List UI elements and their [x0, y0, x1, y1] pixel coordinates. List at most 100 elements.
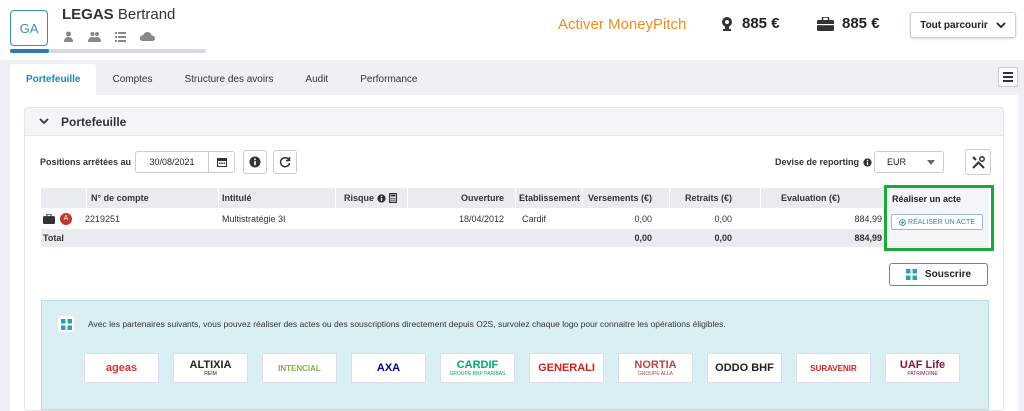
portfolio-amount-value: 885 € — [842, 15, 880, 32]
person-icon[interactable] — [62, 31, 75, 42]
partner-logo-name: SURAVENIR — [810, 363, 857, 373]
tools-button[interactable] — [965, 149, 991, 175]
portefeuille-card-header[interactable]: Portefeuille — [25, 108, 1003, 136]
tout-parcourir-dropdown[interactable]: Tout parcourir — [910, 12, 1016, 38]
portfolio-amount: 885 € — [817, 15, 880, 32]
positions-date-field[interactable]: 30/08/2021 — [135, 151, 235, 173]
partner-logos: ageas ALTIXIA REIM INTENCIAL AXA CARDIF GROUPE… — [84, 353, 960, 383]
top-header: GA LEGAS Bertrand Activer MoneyPitch 885… — [0, 0, 1024, 60]
partner-logo-name: INTENCIAL — [278, 363, 321, 373]
activate-moneypitch-link[interactable]: Activer MoneyPitch — [558, 16, 686, 33]
partner-logo-name: NORTIA — [634, 359, 677, 371]
positions-label: Positions arrêtées au — [40, 157, 132, 167]
cell-retraits: 0,00 — [714, 213, 732, 224]
wrench-screwdriver-icon — [971, 155, 985, 169]
client-icon-bar — [62, 31, 155, 42]
tab-comptes[interactable]: Comptes — [96, 64, 168, 95]
cell-intitule: Multistratégie 3I — [222, 213, 286, 224]
devise-value: EUR — [887, 157, 907, 167]
partner-logo-name: GENERALI — [538, 362, 595, 374]
info-button[interactable] — [243, 150, 267, 174]
total-versements: 0,00 — [634, 233, 652, 243]
souscrire-label: Souscrire — [924, 269, 972, 280]
cell-etablissement: Cardif — [522, 213, 547, 224]
row-icons: A — [43, 208, 72, 229]
divider — [515, 188, 516, 208]
assets-amount: 885 € — [720, 15, 780, 32]
partner-logo-name: UAF Life — [899, 359, 946, 371]
devise-label: Devise de reporting — [775, 157, 872, 167]
calculator-icon[interactable] — [389, 193, 397, 203]
partner-logo-uaf-life[interactable]: UAF Life PATRIMOINE — [885, 353, 960, 383]
col-header-intitule: Intitulé — [222, 193, 252, 203]
client-first-name: Bertrand — [117, 6, 176, 23]
client-last-name: LEGAS — [62, 6, 114, 23]
partner-logo-subtitle: PATRIMOINE — [907, 371, 938, 377]
partner-logo-name: ageas — [105, 362, 138, 374]
partner-logo-nortia[interactable]: NORTIA GROUPE ALLA — [618, 353, 693, 383]
cloud-icon[interactable] — [140, 31, 155, 42]
grid-plus-icon — [58, 316, 74, 332]
total-retraits: 0,00 — [714, 233, 732, 243]
client-name: LEGAS Bertrand — [62, 6, 175, 23]
caret-down-icon — [927, 159, 935, 165]
calendar-icon[interactable] — [208, 152, 234, 172]
total-label: Total — [43, 233, 64, 243]
divider — [335, 188, 336, 208]
money-bag-icon — [722, 16, 732, 31]
refresh-icon — [279, 156, 291, 168]
accounts-table: N° de compte Intitulé Risque Ouverture E… — [41, 188, 989, 247]
table-header-row: N° de compte Intitulé Risque Ouverture E… — [41, 188, 989, 208]
partner-logo-axa[interactable]: AXA — [351, 353, 426, 383]
partners-description: Avec les partenaires suivants, vous pouv… — [88, 319, 726, 329]
devise-label-text: Devise de reporting — [775, 157, 860, 167]
col-header-ouverture: Ouverture — [460, 193, 504, 203]
partner-logo-subtitle: GROUPE ALLA — [637, 371, 673, 377]
col-header-retraits: Retraits (€) — [684, 193, 732, 203]
tab-audit[interactable]: Audit — [289, 64, 344, 95]
chevron-down-icon[interactable] — [39, 118, 49, 125]
partners-box: Avec les partenaires suivants, vous pouv… — [41, 300, 989, 410]
partner-logo-name: AXA — [376, 362, 401, 374]
briefcase-icon — [43, 213, 55, 224]
hamburger-menu-button[interactable] — [998, 67, 1018, 87]
partner-logo-oddo-bhf[interactable]: ODDO BHF — [707, 353, 782, 383]
list-icon[interactable] — [114, 31, 127, 42]
positions-date-value: 30/08/2021 — [149, 157, 195, 167]
client-progress-bar — [10, 49, 206, 53]
cell-compte: 2219251 — [85, 213, 121, 224]
partner-logo-suravenir[interactable]: SURAVENIR — [796, 353, 871, 383]
info-icon[interactable] — [863, 157, 872, 167]
divider — [218, 188, 219, 208]
highlight-box — [884, 185, 994, 251]
cell-versements: 0,00 — [634, 213, 652, 224]
menu-line — [1003, 80, 1013, 82]
devise-select[interactable]: EUR — [874, 151, 944, 173]
client-initials: GA — [19, 20, 39, 36]
briefcase-icon — [817, 16, 834, 31]
info-icon[interactable] — [377, 193, 386, 203]
table-row[interactable]: A 2219251 Multistratégie 3I 18/04/2012 C… — [41, 208, 989, 229]
tout-parcourir-label: Tout parcourir — [920, 19, 988, 31]
tab-portefeuille[interactable]: Portefeuille — [10, 64, 97, 95]
grid-plus-icon — [905, 269, 917, 280]
client-progress-fill — [10, 49, 50, 53]
menu-line — [1003, 76, 1013, 78]
partner-logo-intencial[interactable]: INTENCIAL — [262, 353, 337, 383]
refresh-button[interactable] — [273, 150, 297, 174]
info-icon — [249, 156, 261, 168]
partner-logo-altixia[interactable]: ALTIXIA REIM — [173, 353, 248, 383]
tab-structure-des-avoirs[interactable]: Structure des avoirs — [168, 64, 289, 95]
partner-logo-ageas[interactable]: ageas — [84, 353, 159, 383]
client-avatar[interactable]: GA — [10, 10, 48, 46]
col-header-etablissement: Etablissement — [519, 193, 581, 203]
col-header-risque-label: Risque — [343, 193, 374, 203]
partner-logo-subtitle: GROUPE BNP PARIBAS — [449, 371, 506, 377]
partner-logo-subtitle: REIM — [204, 371, 217, 377]
tab-performance[interactable]: Performance — [344, 64, 433, 95]
partner-logo-cardif[interactable]: CARDIF GROUPE BNP PARIBAS — [440, 353, 515, 383]
souscrire-button[interactable]: Souscrire — [889, 263, 988, 286]
group-icon[interactable] — [88, 31, 101, 42]
partner-logo-generali[interactable]: GENERALI — [529, 353, 604, 383]
chevron-down-icon — [996, 21, 1006, 28]
